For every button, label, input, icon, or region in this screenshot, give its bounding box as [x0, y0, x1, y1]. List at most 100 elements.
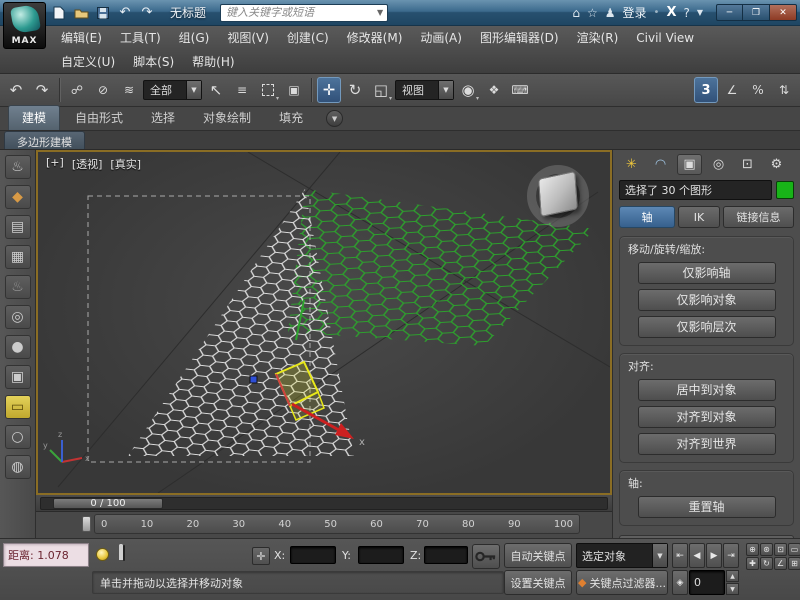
- spinner-up-icon[interactable]: ▲: [726, 570, 739, 582]
- ik-tab[interactable]: IK: [678, 206, 720, 228]
- adaptive-degradation-bulb-icon[interactable]: [96, 548, 109, 561]
- orbit-icon[interactable]: ↻: [760, 557, 773, 570]
- snaps-toggle-icon[interactable]: 3: [694, 77, 718, 103]
- maximize-button[interactable]: ❐: [743, 4, 770, 21]
- key-mode-toggle-icon[interactable]: ◈: [672, 570, 688, 595]
- perspective-viewport[interactable]: [+] [透视] [真实]: [36, 150, 612, 495]
- select-and-link-icon[interactable]: ☍: [65, 77, 89, 103]
- ribbon-subtab-polygon-modeling[interactable]: 多边形建模: [4, 131, 85, 149]
- gizmo-z-handle[interactable]: [250, 376, 257, 383]
- viewport-pov-label[interactable]: [透视]: [72, 156, 103, 172]
- reset-pivot-button[interactable]: 重置轴: [638, 496, 776, 518]
- menu-customize[interactable]: 自定义(U): [52, 50, 124, 74]
- chevron-down-icon[interactable]: ▼: [438, 81, 453, 99]
- menu-animation[interactable]: 动画(A): [411, 26, 471, 50]
- menu-civil-view[interactable]: Civil View: [627, 26, 703, 50]
- auto-key-button[interactable]: 自动关键点: [504, 543, 572, 568]
- align-to-world-button[interactable]: 对齐到世界: [638, 433, 776, 455]
- track-bar-slider[interactable]: [82, 516, 91, 532]
- select-and-rotate-icon[interactable]: ↻: [343, 77, 367, 103]
- circle-icon[interactable]: ○: [5, 425, 31, 449]
- ribbon-tab-selection[interactable]: 选择: [138, 106, 188, 130]
- spinner-snap-icon[interactable]: ⇅: [772, 77, 796, 103]
- chevron-down-icon[interactable]: ▼: [652, 544, 667, 567]
- open-file-icon[interactable]: [72, 4, 90, 22]
- hierarchy-tab-icon[interactable]: ▣: [677, 154, 702, 175]
- swatch-yellow-icon[interactable]: ▭: [5, 395, 31, 419]
- go-to-start-icon[interactable]: ⇤: [672, 543, 688, 568]
- close-button[interactable]: ✕: [770, 4, 797, 21]
- viewcube-cube[interactable]: [538, 171, 578, 217]
- motion-tab-icon[interactable]: ◎: [706, 154, 731, 175]
- menu-scripting[interactable]: 脚本(S): [124, 50, 183, 74]
- menu-create[interactable]: 创建(C): [278, 26, 338, 50]
- rectangular-selection-region-icon[interactable]: ▾: [256, 77, 280, 103]
- menu-group[interactable]: 组(G): [170, 26, 219, 50]
- track-bar-ruler[interactable]: 0 10 20 30 40 50 60 70 80 90 100: [94, 514, 580, 534]
- exchange-apps-icon[interactable]: X: [666, 5, 676, 20]
- selection-filter-dropdown[interactable]: 全部 ▼: [143, 80, 202, 100]
- viewcube[interactable]: [522, 160, 594, 232]
- select-and-move-icon[interactable]: ✛: [317, 77, 341, 103]
- time-slider-track[interactable]: 0 / 100: [40, 497, 608, 510]
- menu-rendering[interactable]: 渲染(R): [568, 26, 628, 50]
- zoom-all-icon[interactable]: ⊛: [760, 543, 773, 556]
- link-info-tab[interactable]: 链接信息: [723, 206, 794, 228]
- menu-views[interactable]: 视图(V): [218, 26, 278, 50]
- new-file-icon[interactable]: [50, 4, 68, 22]
- menu-tools[interactable]: 工具(T): [111, 26, 170, 50]
- undo-quick-icon[interactable]: ↶: [116, 4, 134, 22]
- select-and-scale-icon[interactable]: ◱▾: [369, 77, 393, 103]
- zoom-extents-icon[interactable]: ⊡: [774, 543, 787, 556]
- menu-graph-editors[interactable]: 图形编辑器(D): [471, 26, 568, 50]
- set-key-button[interactable]: 设置关键点: [504, 570, 572, 595]
- target-icon[interactable]: ◎: [5, 305, 31, 329]
- redo-quick-icon[interactable]: ↷: [138, 4, 156, 22]
- redo-icon[interactable]: ↷: [30, 77, 54, 103]
- create-tab-icon[interactable]: ✳: [619, 154, 644, 175]
- ribbon-tab-freeform[interactable]: 自由形式: [62, 106, 136, 130]
- unlink-selection-icon[interactable]: ⊘: [91, 77, 115, 103]
- window-crossing-icon[interactable]: ▣: [282, 77, 306, 103]
- undo-icon[interactable]: ↶: [4, 77, 28, 103]
- angle-snap-icon[interactable]: ∠: [720, 77, 744, 103]
- affect-hierarchy-only-button[interactable]: 仅影响层次: [638, 316, 776, 338]
- pan-icon[interactable]: ✚: [746, 557, 759, 570]
- affect-object-only-button[interactable]: 仅影响对象: [638, 289, 776, 311]
- go-to-end-icon[interactable]: ⇥: [723, 543, 739, 568]
- y-coordinate-input[interactable]: [358, 546, 404, 564]
- affect-pivot-only-button[interactable]: 仅影响轴: [638, 262, 776, 284]
- grid-icon[interactable]: ▦: [5, 245, 31, 269]
- z-coordinate-input[interactable]: [424, 546, 468, 564]
- reference-coordinate-system-dropdown[interactable]: 视图 ▼: [395, 80, 454, 100]
- ribbon-tab-modeling[interactable]: 建模: [8, 105, 60, 130]
- keyboard-shortcut-override-icon[interactable]: ⌨: [508, 77, 532, 103]
- modify-tab-icon[interactable]: ◠: [648, 154, 673, 175]
- save-icon[interactable]: [94, 4, 112, 22]
- use-pivot-center-icon[interactable]: ◉▾: [456, 77, 480, 103]
- menu-edit[interactable]: 编辑(E): [52, 26, 111, 50]
- current-frame-input[interactable]: [689, 570, 725, 595]
- favorites-star-icon[interactable]: ☆: [587, 6, 598, 20]
- select-object-icon[interactable]: ↖: [204, 77, 228, 103]
- teapot-dark-icon[interactable]: ♨: [5, 275, 31, 299]
- percent-snap-icon[interactable]: %: [746, 77, 770, 103]
- ribbon-collapse-icon[interactable]: ▼: [326, 110, 343, 127]
- display-tab-icon[interactable]: ⊡: [735, 154, 760, 175]
- shapes-icon[interactable]: ◆: [5, 185, 31, 209]
- selection-set-dropdown[interactable]: 选定对象 ▼: [576, 543, 668, 568]
- zoom-icon[interactable]: ⊕: [746, 543, 759, 556]
- viewport-shading-label[interactable]: [真实]: [110, 156, 141, 172]
- menu-modifiers[interactable]: 修改器(M): [338, 26, 412, 50]
- spinner-down-icon[interactable]: ▼: [726, 583, 739, 595]
- list-icon[interactable]: ▤: [5, 215, 31, 239]
- bind-to-space-warp-icon[interactable]: ≋: [117, 77, 141, 103]
- absolute-mode-transform-icon[interactable]: ✛: [252, 547, 270, 565]
- help-dropdown-icon[interactable]: ▼: [697, 8, 703, 17]
- align-to-object-button[interactable]: 对齐到对象: [638, 406, 776, 428]
- teapot-icon[interactable]: ♨: [5, 155, 31, 179]
- previous-frame-icon[interactable]: ◀: [689, 543, 705, 568]
- user-icon[interactable]: ♟: [605, 6, 616, 20]
- time-slider-handle[interactable]: 0 / 100: [53, 498, 163, 509]
- key-filters-button[interactable]: ◆ 关键点过滤器...: [576, 570, 668, 595]
